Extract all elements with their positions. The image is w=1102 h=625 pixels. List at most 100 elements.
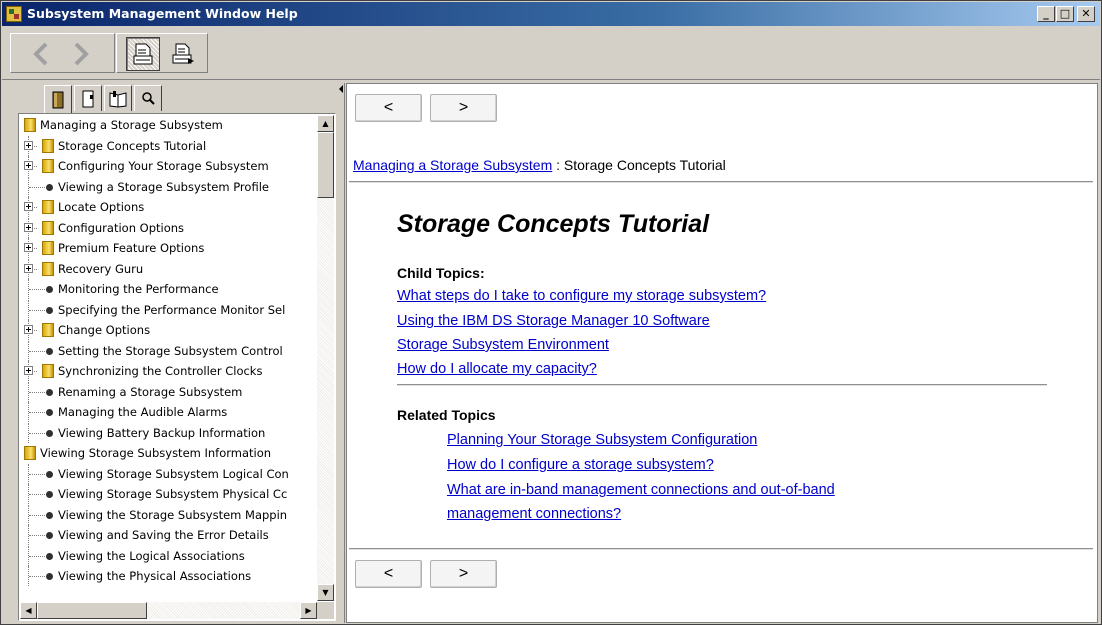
related-topic-link[interactable]: Planning Your Storage Subsystem Configur… — [447, 432, 757, 448]
forward-button[interactable] — [64, 37, 98, 71]
folder-book-icon — [24, 446, 36, 460]
print-button[interactable] — [166, 37, 200, 71]
title-bar[interactable]: Subsystem Management Window Help _ □ ✕ — [2, 2, 1100, 26]
expand-icon[interactable] — [24, 325, 33, 334]
hide-pane-button[interactable] — [126, 37, 160, 71]
collapse-arrow-icon[interactable] — [339, 85, 343, 93]
tree-item[interactable]: Managing the Audible Alarms — [20, 402, 316, 422]
breadcrumb-link[interactable]: Managing a Storage Subsystem — [353, 157, 552, 173]
related-topic-link[interactable]: What are in-band management connections … — [447, 482, 835, 498]
tree-item[interactable]: Viewing the Storage Subsystem Mappin — [20, 505, 316, 525]
tree-connector — [29, 392, 45, 393]
tree-item[interactable]: Change Options — [20, 320, 316, 340]
topic-page-icon — [46, 409, 53, 416]
tree-item[interactable]: Renaming a Storage Subsystem — [20, 382, 316, 402]
scroll-left-button[interactable]: ◀ — [20, 602, 37, 619]
next-topic-button[interactable]: > — [430, 94, 497, 122]
contents-tree: Managing a Storage Subsystem Storage Conc… — [18, 113, 336, 621]
tree-item[interactable]: Synchronizing the Controller Clocks — [20, 361, 316, 381]
maximize-button[interactable]: □ — [1056, 6, 1074, 22]
child-topic-link[interactable]: What steps do I take to configure my sto… — [397, 288, 766, 304]
topic-page-icon — [46, 512, 53, 519]
child-topic-link[interactable]: How do I allocate my capacity? — [397, 361, 597, 377]
tree-item[interactable]: Recovery Guru — [20, 259, 316, 279]
expand-icon[interactable] — [24, 243, 33, 252]
expand-icon[interactable] — [24, 141, 33, 150]
tree-item[interactable]: Viewing Storage Subsystem Logical Con — [20, 464, 316, 484]
tab-bookmarks[interactable] — [104, 85, 132, 111]
scroll-corner — [317, 602, 334, 619]
tree-connector — [29, 474, 45, 475]
related-topic-link[interactable]: management connections? — [447, 506, 621, 522]
tree-item[interactable]: Configuration Options — [20, 218, 316, 238]
app-icon — [6, 6, 22, 22]
close-button[interactable]: ✕ — [1077, 6, 1095, 22]
scroll-thumb[interactable] — [317, 132, 334, 198]
breadcrumb-separator: : — [552, 157, 564, 173]
tree-item-label: Viewing the Logical Associations — [58, 549, 245, 563]
related-topic-link[interactable]: How do I configure a storage subsystem? — [447, 457, 714, 473]
tree-vertical-scrollbar[interactable]: ▲ ▼ — [317, 115, 334, 601]
tree-item[interactable]: Managing a Storage Subsystem — [20, 115, 316, 135]
expand-icon[interactable] — [24, 223, 33, 232]
pane-splitter[interactable] — [339, 83, 345, 623]
tree-connector — [29, 289, 45, 290]
tree-item[interactable]: Viewing a Storage Subsystem Profile — [20, 177, 316, 197]
previous-topic-button[interactable]: < — [355, 94, 422, 122]
tree-item[interactable]: Viewing and Saving the Error Details — [20, 525, 316, 545]
tree-item[interactable]: Viewing the Logical Associations — [20, 546, 316, 566]
tree-item-label: Monitoring the Performance — [58, 282, 219, 296]
tree-item-label: Renaming a Storage Subsystem — [58, 385, 243, 399]
tree-item[interactable]: Configuring Your Storage Subsystem — [20, 156, 316, 176]
scroll-right-button[interactable]: ▶ — [300, 602, 317, 619]
horizontal-scroll-thumb[interactable] — [37, 602, 147, 619]
tree-item[interactable]: Premium Feature Options — [20, 238, 316, 258]
topic-page-icon — [46, 348, 53, 355]
child-topic-link[interactable]: Storage Subsystem Environment — [397, 337, 609, 353]
tree-item[interactable]: Viewing Storage Subsystem Physical Cc — [20, 484, 316, 504]
tree-connector — [29, 576, 45, 577]
index-icon — [82, 90, 94, 107]
tree-item-label: Viewing and Saving the Error Details — [58, 528, 269, 542]
folder-book-icon — [42, 139, 54, 153]
topic-page-icon — [46, 471, 53, 478]
next-topic-button-bottom[interactable]: > — [430, 560, 497, 588]
tree-item[interactable]: Specifying the Performance Monitor Sel — [20, 300, 316, 320]
tree-item[interactable]: Viewing the Physical Associations — [20, 566, 316, 586]
navigation-pane: Managing a Storage Subsystem Storage Conc… — [4, 83, 338, 623]
divider — [349, 548, 1093, 550]
topic-content: < > Managing a Storage Subsystem : Stora… — [346, 83, 1098, 623]
tree-item[interactable]: Viewing Battery Backup Information — [20, 423, 316, 443]
hide-pane-icon — [133, 43, 153, 65]
bookmark-book-icon — [109, 90, 127, 108]
topic-page-icon — [46, 553, 53, 560]
previous-topic-button-bottom[interactable]: < — [355, 560, 422, 588]
help-window: Subsystem Management Window Help _ □ ✕ M… — [0, 0, 1102, 625]
tree-item[interactable]: Storage Concepts Tutorial — [20, 136, 316, 156]
scroll-up-button[interactable]: ▲ — [317, 115, 334, 132]
tree-item[interactable]: Locate Options — [20, 197, 316, 217]
tree-connector — [29, 351, 45, 352]
expand-icon[interactable] — [24, 161, 33, 170]
tree-item-label: Viewing Storage Subsystem Physical Cc — [58, 487, 288, 501]
expand-icon[interactable] — [24, 366, 33, 375]
tree-view[interactable]: Managing a Storage Subsystem Storage Conc… — [20, 115, 316, 601]
nav-tabs — [14, 85, 164, 113]
tree-item[interactable]: Monitoring the Performance — [20, 279, 316, 299]
tab-index[interactable] — [74, 85, 102, 111]
breadcrumb: Managing a Storage Subsystem : Storage C… — [353, 157, 726, 173]
forward-arrow-icon — [74, 42, 89, 66]
child-topic-link[interactable]: Using the IBM DS Storage Manager 10 Soft… — [397, 313, 710, 329]
minimize-button[interactable]: _ — [1037, 6, 1055, 22]
tree-item[interactable]: Viewing Storage Subsystem Information — [20, 443, 316, 463]
tree-connector — [29, 515, 45, 516]
tree-horizontal-scrollbar[interactable]: ◀ ▶ — [20, 602, 317, 619]
tree-item[interactable]: Setting the Storage Subsystem Control — [20, 341, 316, 361]
expand-icon[interactable] — [24, 202, 33, 211]
folder-book-icon — [42, 262, 54, 276]
back-button[interactable] — [24, 37, 58, 71]
expand-icon[interactable] — [24, 264, 33, 273]
tab-search[interactable] — [134, 85, 162, 111]
tab-contents[interactable] — [44, 85, 72, 113]
scroll-down-button[interactable]: ▼ — [317, 584, 334, 601]
